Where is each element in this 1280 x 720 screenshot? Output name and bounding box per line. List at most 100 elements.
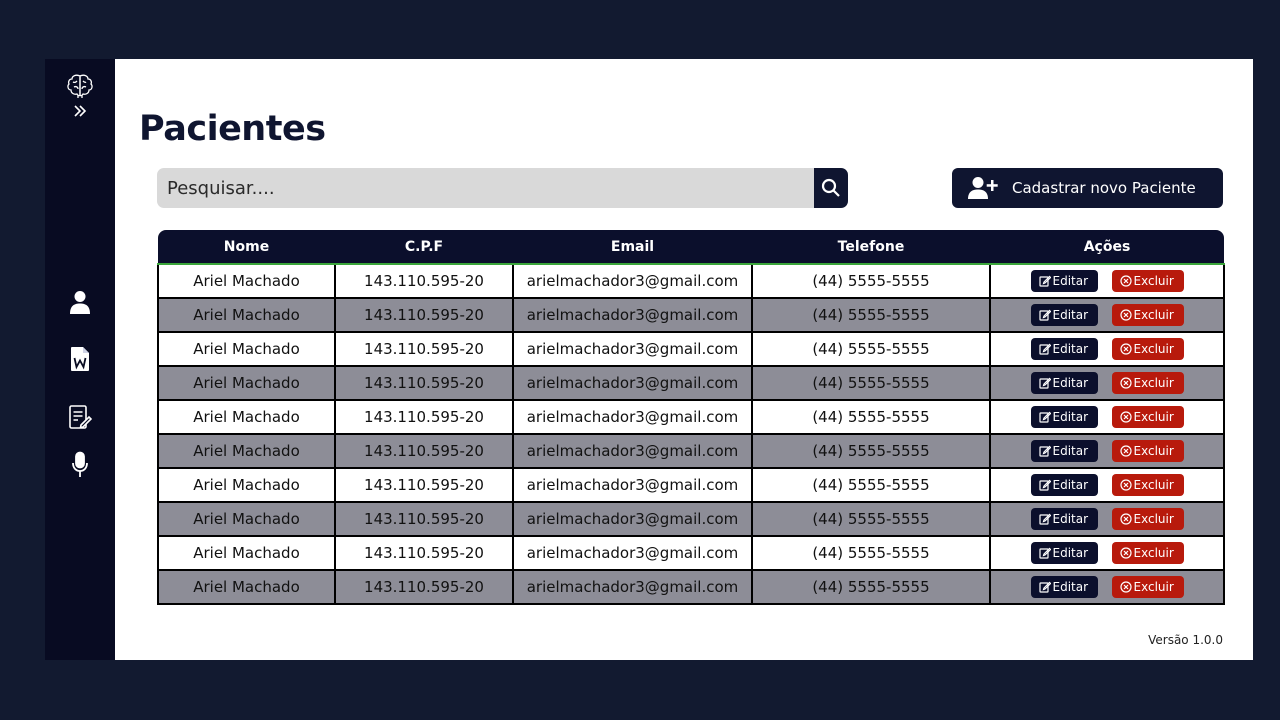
delete-label: Excluir bbox=[1133, 376, 1174, 390]
search-button[interactable] bbox=[814, 168, 848, 208]
cell-cpf: 143.110.595-20 bbox=[334, 331, 514, 367]
cell-telefone: (44) 5555-5555 bbox=[751, 297, 991, 333]
delete-button[interactable]: Excluir bbox=[1111, 440, 1184, 462]
expand-chevrons-icon[interactable] bbox=[45, 104, 115, 118]
brain-logo-icon[interactable] bbox=[45, 73, 115, 99]
edit-label: Editar bbox=[1052, 410, 1089, 424]
cell-telefone: (44) 5555-5555 bbox=[751, 331, 991, 367]
column-header-acoes: Ações bbox=[990, 230, 1224, 265]
edit-label: Editar bbox=[1052, 546, 1089, 560]
cell-email: arielmachador3@gmail.com bbox=[512, 433, 753, 469]
edit-button[interactable]: Editar bbox=[1030, 270, 1098, 292]
delete-label: Excluir bbox=[1133, 580, 1174, 594]
cell-cpf: 143.110.595-20 bbox=[334, 263, 514, 299]
column-header-cpf[interactable]: C.P.F bbox=[335, 230, 513, 265]
search-input[interactable] bbox=[157, 168, 814, 208]
edit-button[interactable]: Editar bbox=[1030, 474, 1098, 496]
row-actions: Editar Excluir bbox=[991, 440, 1223, 462]
cell-telefone: (44) 5555-5555 bbox=[751, 365, 991, 401]
edit-button[interactable]: Editar bbox=[1030, 338, 1098, 360]
table-row[interactable]: Ariel Machado 143.110.595-20 arielmachador… bbox=[157, 365, 1225, 401]
table-row[interactable]: Ariel Machado 143.110.595-20 arielmachador… bbox=[157, 331, 1225, 367]
cell-telefone: (44) 5555-5555 bbox=[751, 433, 991, 469]
user-plus-icon bbox=[968, 177, 998, 199]
cell-nome: Ariel Machado bbox=[157, 535, 336, 571]
edit-icon bbox=[1038, 581, 1051, 593]
edit-button[interactable]: Editar bbox=[1030, 576, 1098, 598]
table-row[interactable]: Ariel Machado 143.110.595-20 arielmachador… bbox=[157, 433, 1225, 469]
cell-acoes: Editar Excluir bbox=[989, 467, 1225, 503]
delete-button[interactable]: Excluir bbox=[1111, 542, 1184, 564]
delete-label: Excluir bbox=[1133, 308, 1174, 322]
user-icon[interactable] bbox=[45, 290, 115, 314]
delete-button[interactable]: Excluir bbox=[1111, 304, 1184, 326]
cell-nome: Ariel Machado bbox=[157, 433, 336, 469]
word-document-icon[interactable] bbox=[45, 346, 115, 372]
delete-button[interactable]: Excluir bbox=[1111, 508, 1184, 530]
table-row[interactable]: Ariel Machado 143.110.595-20 arielmachador… bbox=[157, 467, 1225, 503]
delete-button[interactable]: Excluir bbox=[1111, 576, 1184, 598]
edit-label: Editar bbox=[1052, 274, 1089, 288]
cell-cpf: 143.110.595-20 bbox=[334, 535, 514, 571]
table-row[interactable]: Ariel Machado 143.110.595-20 arielmachador… bbox=[157, 297, 1225, 333]
edit-icon bbox=[1038, 343, 1051, 355]
cell-nome: Ariel Machado bbox=[157, 501, 336, 537]
delete-button[interactable]: Excluir bbox=[1111, 474, 1184, 496]
edit-button[interactable]: Editar bbox=[1030, 508, 1098, 530]
delete-button[interactable]: Excluir bbox=[1111, 406, 1184, 428]
cell-acoes: Editar Excluir bbox=[989, 263, 1225, 299]
cell-email: arielmachador3@gmail.com bbox=[512, 501, 753, 537]
cell-cpf: 143.110.595-20 bbox=[334, 467, 514, 503]
delete-label: Excluir bbox=[1133, 444, 1174, 458]
row-actions: Editar Excluir bbox=[991, 304, 1223, 326]
delete-icon bbox=[1119, 377, 1132, 389]
microphone-icon[interactable] bbox=[45, 451, 115, 479]
column-header-email[interactable]: Email bbox=[513, 230, 752, 265]
edit-button[interactable]: Editar bbox=[1030, 304, 1098, 326]
cell-cpf: 143.110.595-20 bbox=[334, 399, 514, 435]
edit-icon bbox=[1038, 513, 1051, 525]
cell-nome: Ariel Machado bbox=[157, 365, 336, 401]
version-label: Versão 1.0.0 bbox=[1148, 633, 1223, 647]
table-row[interactable]: Ariel Machado 143.110.595-20 arielmachador… bbox=[157, 399, 1225, 435]
column-header-nome[interactable]: Nome bbox=[158, 230, 335, 265]
cell-telefone: (44) 5555-5555 bbox=[751, 263, 991, 299]
edit-button[interactable]: Editar bbox=[1030, 372, 1098, 394]
column-header-telefone[interactable]: Telefone bbox=[752, 230, 990, 265]
delete-button[interactable]: Excluir bbox=[1111, 270, 1184, 292]
edit-label: Editar bbox=[1052, 444, 1089, 458]
app-window: Pacientes Cadastrar novo Paciente bbox=[45, 59, 1253, 660]
delete-label: Excluir bbox=[1133, 410, 1174, 424]
cell-email: arielmachador3@gmail.com bbox=[512, 467, 753, 503]
delete-icon bbox=[1119, 343, 1132, 355]
row-actions: Editar Excluir bbox=[991, 270, 1223, 292]
cell-telefone: (44) 5555-5555 bbox=[751, 569, 991, 605]
row-actions: Editar Excluir bbox=[991, 576, 1223, 598]
delete-icon bbox=[1119, 547, 1132, 559]
edit-icon bbox=[1038, 445, 1051, 457]
edit-label: Editar bbox=[1052, 478, 1089, 492]
table-row[interactable]: Ariel Machado 143.110.595-20 arielmachador… bbox=[157, 535, 1225, 571]
cell-email: arielmachador3@gmail.com bbox=[512, 399, 753, 435]
edit-label: Editar bbox=[1052, 376, 1089, 390]
cell-acoes: Editar Excluir bbox=[989, 433, 1225, 469]
delete-button[interactable]: Excluir bbox=[1111, 372, 1184, 394]
cell-telefone: (44) 5555-5555 bbox=[751, 399, 991, 435]
delete-button[interactable]: Excluir bbox=[1111, 338, 1184, 360]
add-patient-button[interactable]: Cadastrar novo Paciente bbox=[952, 168, 1223, 208]
edit-button[interactable]: Editar bbox=[1030, 440, 1098, 462]
sidebar bbox=[45, 59, 115, 660]
edit-button[interactable]: Editar bbox=[1030, 406, 1098, 428]
cell-nome: Ariel Machado bbox=[157, 331, 336, 367]
table-row[interactable]: Ariel Machado 143.110.595-20 arielmachador… bbox=[157, 263, 1225, 299]
table-row[interactable]: Ariel Machado 143.110.595-20 arielmachador… bbox=[157, 569, 1225, 605]
cell-telefone: (44) 5555-5555 bbox=[751, 501, 991, 537]
cell-acoes: Editar Excluir bbox=[989, 297, 1225, 333]
notes-edit-icon[interactable] bbox=[45, 404, 115, 430]
add-patient-label: Cadastrar novo Paciente bbox=[1012, 179, 1196, 197]
table-row[interactable]: Ariel Machado 143.110.595-20 arielmachador… bbox=[157, 501, 1225, 537]
edit-button[interactable]: Editar bbox=[1030, 542, 1098, 564]
cell-cpf: 143.110.595-20 bbox=[334, 501, 514, 537]
cell-cpf: 143.110.595-20 bbox=[334, 433, 514, 469]
delete-icon bbox=[1119, 411, 1132, 423]
